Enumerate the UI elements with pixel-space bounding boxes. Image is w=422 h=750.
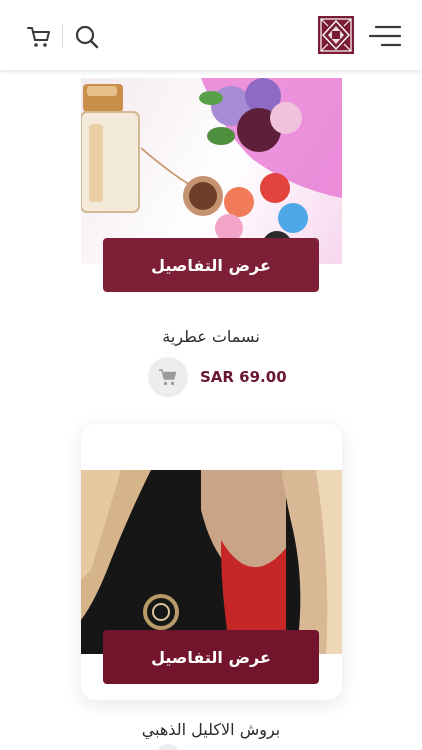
price-row: SAR 69.00 [148,356,287,398]
add-to-cart-button[interactable] [156,744,180,750]
product-image [81,470,342,654]
search-button[interactable] [72,20,102,54]
add-to-cart-button[interactable] [148,357,188,397]
view-details-button[interactable]: عرض التفاصيل [103,630,319,684]
product-name[interactable]: نسمات عطرية [0,327,422,346]
product-price: SAR 69.00 [200,368,287,386]
product-card[interactable]: عرض التفاصيل [81,424,342,700]
view-details-button[interactable]: عرض التفاصيل [103,238,319,292]
product-card[interactable]: عرض التفاصيل [81,78,342,308]
menu-icon[interactable] [368,22,402,50]
app-header [0,0,422,70]
product-name[interactable]: بروش الاكليل الذهبي [0,720,422,739]
cart-icon [27,27,50,47]
search-icon [75,25,99,49]
product-image [81,78,342,264]
brand-logo[interactable] [318,16,354,54]
cart-icon [159,369,177,386]
cart-button[interactable] [24,20,54,54]
header-divider [62,24,63,48]
